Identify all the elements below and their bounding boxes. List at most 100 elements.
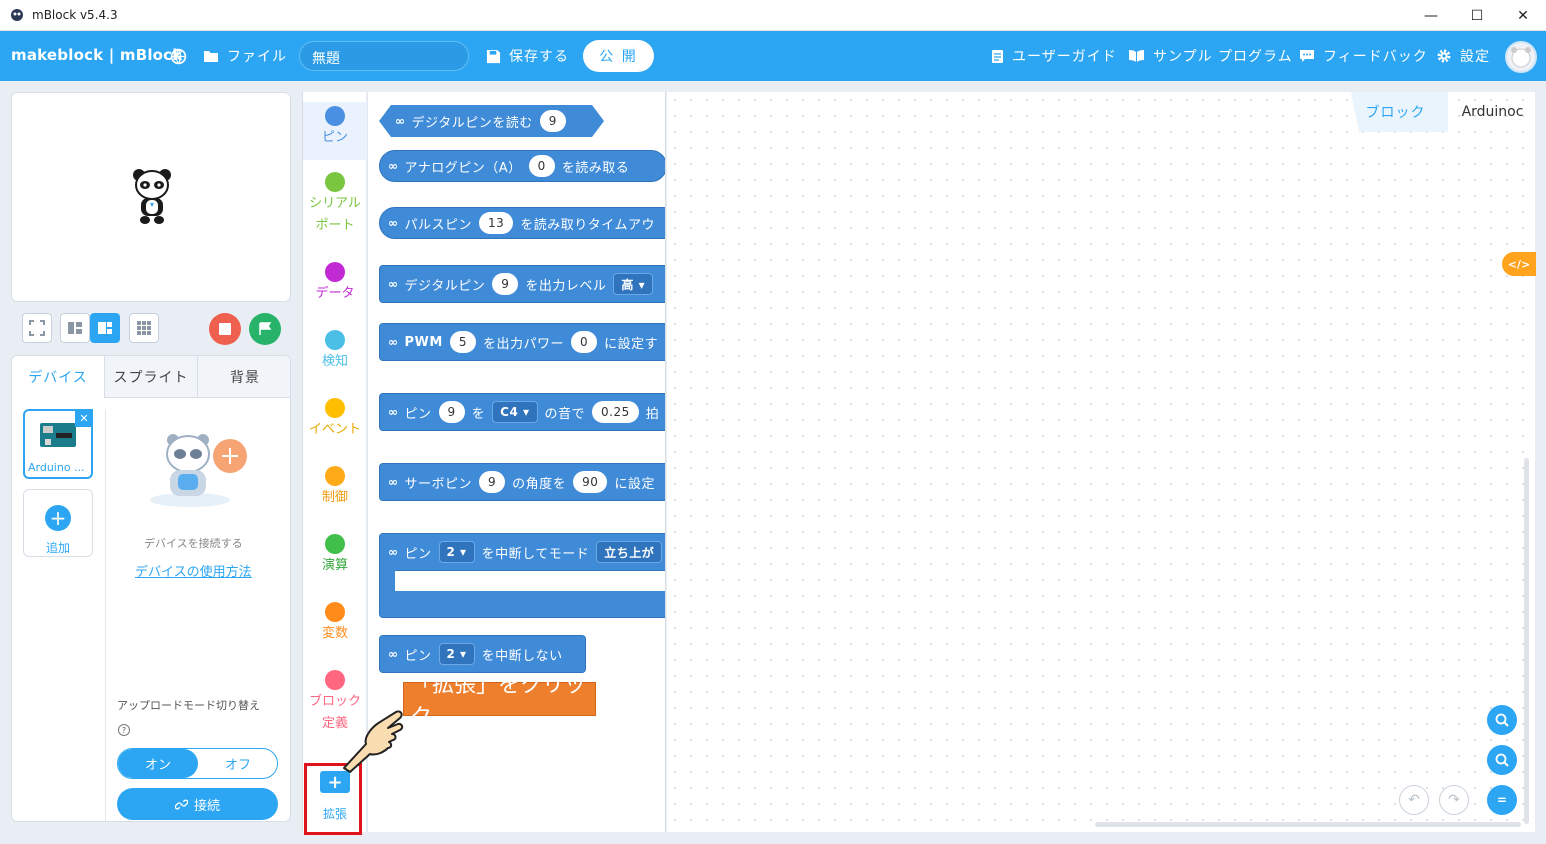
help-icon[interactable]: ? xyxy=(118,724,130,736)
category-operators[interactable]: 演算 xyxy=(303,534,367,577)
category-sensing[interactable]: 検知 xyxy=(303,330,367,373)
normal-stage-button[interactable] xyxy=(90,313,120,343)
file-menu[interactable]: ファイル xyxy=(203,31,287,81)
grid-view-button[interactable] xyxy=(129,313,159,343)
device-card-arduino[interactable]: Arduino ... ✕ xyxy=(23,409,93,479)
block-interrupt-mode[interactable]: ∞ ピン 2 ▾ を中断してモード 立ち上が xyxy=(379,533,665,619)
block-text: パルスピン xyxy=(404,217,473,233)
category-label: 演算 xyxy=(321,558,348,573)
settings-menu[interactable]: 設定 xyxy=(1436,31,1490,81)
category-label: シリアル ポート xyxy=(309,196,361,233)
script-canvas[interactable] xyxy=(667,92,1535,832)
block-c-footer xyxy=(379,591,665,618)
block-text: を出力パワー xyxy=(482,336,564,352)
user-avatar[interactable] xyxy=(1505,41,1537,73)
block-read-analog-pin[interactable]: ∞ アナログピン（A） 0 を読み取る xyxy=(379,150,665,182)
block-input[interactable]: 9 xyxy=(479,471,506,493)
minimize-button[interactable]: — xyxy=(1408,0,1454,31)
add-device-button[interactable]: + 追加 xyxy=(23,489,93,557)
toggle-on[interactable]: オン xyxy=(118,749,198,778)
feedback-link[interactable]: フィードバック xyxy=(1299,31,1428,81)
block-input[interactable]: 0 xyxy=(570,331,598,353)
block-input[interactable]: 0 xyxy=(528,155,555,177)
category-control[interactable]: 制御 xyxy=(303,466,367,509)
block-dropdown[interactable]: 2 ▾ xyxy=(438,541,475,563)
publish-button[interactable]: 公 開 xyxy=(583,40,654,72)
tab-devices[interactable]: デバイス xyxy=(12,356,105,398)
folder-icon xyxy=(204,51,218,62)
fullscreen-button[interactable] xyxy=(22,313,52,343)
close-window-button[interactable]: ✕ xyxy=(1500,0,1546,31)
menu-bar: makeblock | mBlock ファイル 無題 保存する 公 開 ユーザー… xyxy=(0,31,1546,81)
block-input[interactable]: 9 xyxy=(438,401,465,423)
block-set-pwm[interactable]: ∞ PWM 5 を出力パワー 0 に設定す xyxy=(379,323,665,361)
vertical-scrollbar[interactable] xyxy=(1524,458,1529,824)
window-title: mBlock v5.4.3 xyxy=(32,8,118,22)
block-text: 拍 xyxy=(645,406,660,422)
language-button[interactable] xyxy=(170,31,187,81)
zoom-in-button[interactable] xyxy=(1487,705,1517,735)
redo-button[interactable]: ↷ xyxy=(1439,785,1469,815)
normal-stage-icon xyxy=(98,322,112,334)
close-icon: ✕ xyxy=(79,411,89,425)
category-label: ピン xyxy=(321,130,348,145)
tab-sprites[interactable]: スプライト xyxy=(105,356,198,398)
mblock-app-icon xyxy=(11,9,23,21)
category-pin[interactable]: ピン xyxy=(303,102,367,160)
category-data[interactable]: データ xyxy=(303,262,367,305)
block-dropdown[interactable]: 高 ▾ xyxy=(613,273,654,295)
category-dot xyxy=(325,398,345,418)
category-variables[interactable]: 変数 xyxy=(303,602,367,645)
project-title-input[interactable]: 無題 xyxy=(299,41,469,71)
maximize-button[interactable]: ☐ xyxy=(1454,0,1500,31)
user-guide-link[interactable]: ユーザーガイド xyxy=(991,31,1117,81)
block-dropdown[interactable]: 2 ▾ xyxy=(438,643,475,665)
block-read-pulse-pin[interactable]: ∞ パルスピン 13 を読み取りタイムアウ xyxy=(379,207,665,239)
block-input[interactable]: 90 xyxy=(573,471,608,493)
stop-button[interactable] xyxy=(209,313,241,345)
panda-sprite[interactable] xyxy=(130,165,174,227)
toggle-off[interactable]: オフ xyxy=(198,749,277,778)
feedback-label: フィードバック xyxy=(1323,49,1428,65)
code-view-toggle[interactable]: </> xyxy=(1502,252,1536,276)
block-text: を読み取りタイムアウ xyxy=(520,217,656,233)
upload-mode-toggle[interactable]: オン オフ xyxy=(117,748,278,779)
sample-programs-label: サンプル プログラム xyxy=(1153,49,1293,65)
category-serial-port[interactable]: シリアル ポート xyxy=(303,172,367,237)
block-input[interactable]: 13 xyxy=(479,212,514,234)
zoom-in-icon xyxy=(1495,713,1509,727)
remove-device-button[interactable]: ✕ xyxy=(75,409,93,427)
block-input[interactable]: 9 xyxy=(492,273,519,295)
zoom-out-button[interactable] xyxy=(1487,745,1517,775)
zoom-reset-button[interactable]: = xyxy=(1487,785,1517,815)
device-name: Arduino ... xyxy=(28,461,85,474)
tab-arduino-code[interactable]: Arduinoc xyxy=(1450,92,1535,132)
block-input[interactable]: 5 xyxy=(449,331,476,353)
category-events[interactable]: イベント xyxy=(303,398,367,441)
block-set-digital-pin[interactable]: ∞ デジタルピン 9 を出力レベル 高 ▾ xyxy=(379,265,665,303)
connect-button[interactable]: 接続 xyxy=(117,788,278,820)
tab-blocks[interactable]: ブロック xyxy=(1351,92,1448,132)
device-panel: デバイス スプライト 背景 Arduino ... ✕ + 追加 デバイスを接続… xyxy=(11,355,291,822)
block-input[interactable]: 0.25 xyxy=(592,401,639,423)
block-play-tone[interactable]: ∞ ピン 9 を C4 ▾ の音で 0.25 拍 xyxy=(379,393,665,431)
book-icon xyxy=(1129,50,1144,62)
tab-backdrops[interactable]: 背景 xyxy=(198,356,290,398)
sample-programs-link[interactable]: サンプル プログラム xyxy=(1128,31,1293,81)
block-input[interactable]: 9 xyxy=(540,110,566,132)
green-flag-button[interactable] xyxy=(249,313,281,345)
block-read-digital-pin[interactable]: ∞ デジタルピンを読む 9 xyxy=(379,105,604,137)
save-button[interactable]: 保存する xyxy=(486,31,569,81)
stop-icon xyxy=(219,323,231,335)
block-text: を xyxy=(471,406,486,422)
block-text: ピン xyxy=(404,406,432,422)
undo-button[interactable]: ↶ xyxy=(1399,785,1429,815)
block-dropdown[interactable]: 立ち上が xyxy=(596,541,663,563)
small-stage-button[interactable] xyxy=(60,313,90,343)
horizontal-scrollbar[interactable] xyxy=(1095,822,1521,827)
block-set-servo[interactable]: ∞ サーボピン 9 の角度を 90 に設定 xyxy=(379,463,665,501)
device-usage-link[interactable]: デバイスの使用方法 xyxy=(135,561,252,580)
block-dropdown[interactable]: C4 ▾ xyxy=(492,401,538,423)
link-icon: ∞ xyxy=(388,545,399,559)
stage-area[interactable] xyxy=(11,92,291,302)
